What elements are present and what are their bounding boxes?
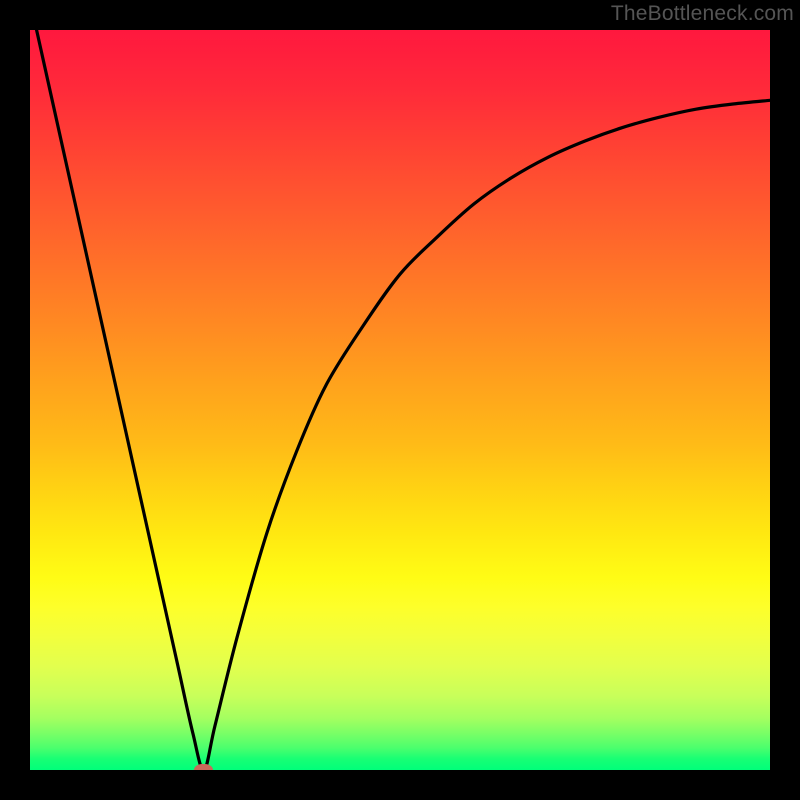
watermark-text: TheBottleneck.com [611, 2, 794, 26]
plot-area [30, 30, 770, 770]
curve-line [30, 30, 770, 770]
chart-frame: TheBottleneck.com [0, 0, 800, 800]
curve-path [30, 30, 770, 770]
optimum-marker [194, 764, 213, 770]
